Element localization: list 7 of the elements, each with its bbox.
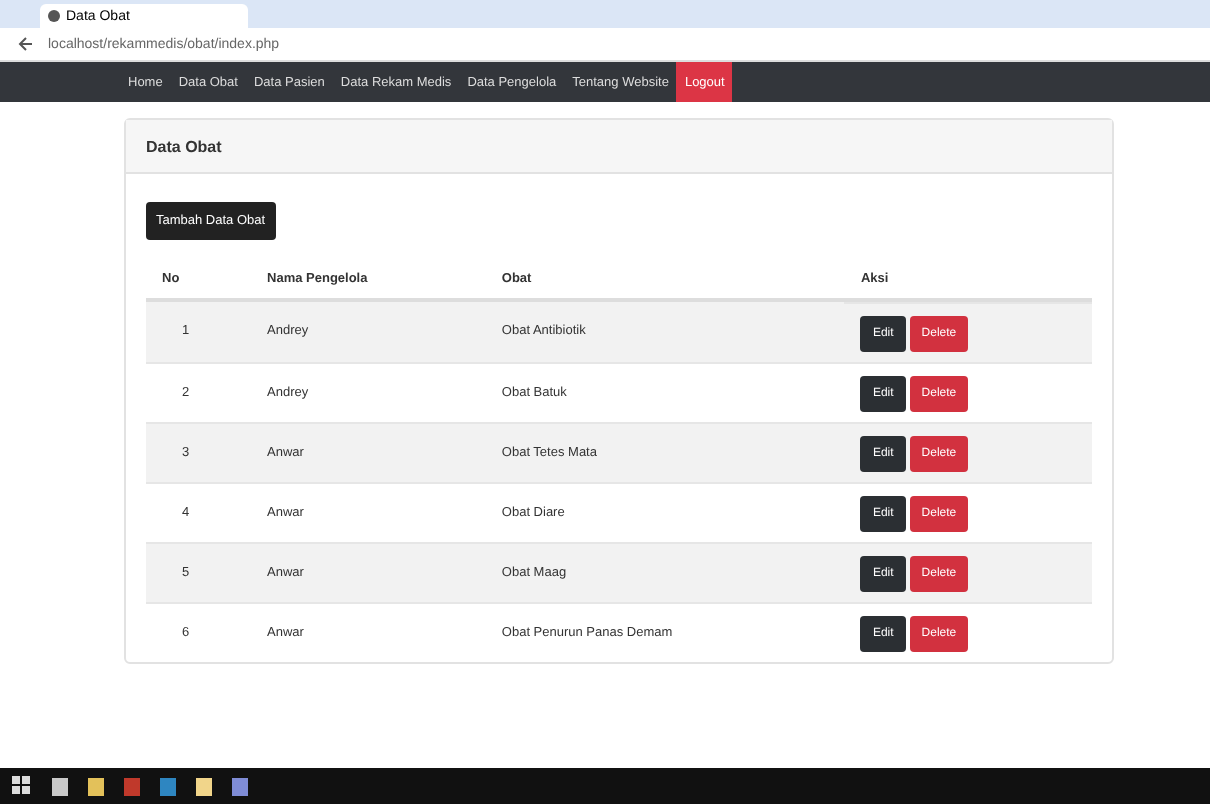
card-title: Data Obat xyxy=(146,137,222,155)
site-icon xyxy=(48,10,60,22)
app-icon[interactable] xyxy=(232,777,248,795)
back-icon[interactable] xyxy=(16,34,36,54)
app-icon[interactable] xyxy=(52,777,68,795)
windows-icon[interactable] xyxy=(12,776,32,796)
app-icon[interactable] xyxy=(196,777,212,795)
